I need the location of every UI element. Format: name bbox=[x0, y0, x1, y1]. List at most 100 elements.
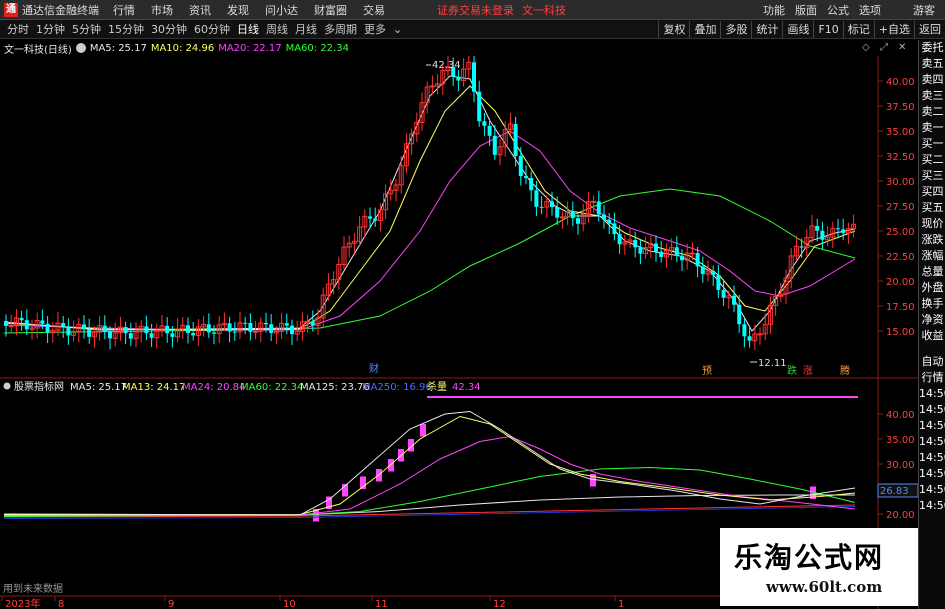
settings-icon[interactable] bbox=[75, 43, 86, 53]
candle-body-up bbox=[253, 330, 259, 333]
add-watchlist-button[interactable]: +自选 bbox=[873, 21, 914, 38]
menu-options[interactable]: 选项 bbox=[859, 2, 881, 18]
ask3-label: 卖三 bbox=[921, 89, 944, 102]
candle-body-down bbox=[284, 323, 289, 326]
y-tick-label: 17.50 bbox=[886, 302, 915, 313]
sub-ma250-label: MA250: 16.96 bbox=[362, 382, 432, 393]
period-timeshare[interactable]: 分时 bbox=[7, 21, 29, 37]
sub-y-tick-label: 30.00 bbox=[886, 460, 915, 471]
close-icon[interactable]: ✕ bbox=[898, 42, 910, 53]
candle-body-down bbox=[539, 206, 544, 208]
time-axis: 2023年 8 9 10 11 12 1 bbox=[1, 596, 624, 609]
turnover-label: 换手 bbox=[921, 297, 944, 310]
ma60-label: MA60: 22.34 bbox=[285, 42, 349, 54]
sub-ma24-line bbox=[3, 435, 856, 516]
tick-time: 14:50 bbox=[919, 499, 945, 512]
marker-finance[interactable]: 财 bbox=[369, 362, 379, 375]
pin-icon[interactable]: ◇ bbox=[862, 42, 874, 53]
candle-body-down bbox=[529, 178, 534, 191]
candle-body-down bbox=[232, 331, 237, 333]
login-warning[interactable]: 证券交易未登录 bbox=[437, 2, 514, 18]
sub-ma60-label: MA60: 22.34 bbox=[240, 382, 303, 393]
app-logo-icon: 通 bbox=[4, 2, 18, 17]
statistics-button[interactable]: 统计 bbox=[751, 21, 782, 38]
earnings-label: 收益 bbox=[921, 329, 944, 342]
candle-body-down bbox=[269, 324, 274, 333]
order-book-panel: 委托 卖五 卖四 卖三 卖二 卖一 买一 买二 买三 买四 买五 现价 涨跌 涨… bbox=[918, 40, 945, 609]
ma20-label: MA20: 22.17 bbox=[218, 42, 282, 54]
period-multi[interactable]: 多周期 bbox=[324, 21, 357, 37]
period-1min[interactable]: 1分钟 bbox=[36, 21, 65, 37]
time-tick-label: 10 bbox=[283, 599, 296, 609]
candle-body-down bbox=[227, 323, 232, 332]
overlay-button[interactable]: 叠加 bbox=[689, 21, 720, 38]
bid3-label: 买三 bbox=[921, 169, 944, 182]
candle-body-down bbox=[487, 125, 492, 136]
f10-button[interactable]: F10 bbox=[813, 21, 842, 38]
draw-line-button[interactable]: 画线 bbox=[782, 21, 813, 38]
candle-body-down bbox=[123, 326, 128, 334]
candle-body-down bbox=[186, 325, 190, 334]
bid1-label: 买一 bbox=[921, 137, 944, 150]
period-weekly[interactable]: 周线 bbox=[266, 21, 288, 37]
menu-formula[interactable]: 公式 bbox=[827, 2, 849, 18]
back-button[interactable]: 返回 bbox=[914, 21, 945, 38]
outer-volume-label: 外盘 bbox=[921, 281, 944, 294]
candle-body-up bbox=[689, 252, 695, 255]
expand-icon[interactable]: ⤢ bbox=[880, 42, 892, 53]
candle-body-down bbox=[659, 251, 664, 258]
indicator-name[interactable]: 股票指标网 bbox=[14, 380, 64, 393]
adjust-button[interactable]: 复权 bbox=[658, 21, 689, 38]
period-30min[interactable]: 30分钟 bbox=[151, 21, 187, 37]
guest-user[interactable]: 游客 bbox=[913, 2, 935, 18]
menu-functions[interactable]: 功能 bbox=[763, 2, 785, 18]
chevron-down-icon[interactable]: ⌄ bbox=[393, 23, 402, 36]
tick-time: 14:50 bbox=[919, 467, 945, 480]
period-15min[interactable]: 15分钟 bbox=[108, 21, 144, 37]
period-daily[interactable]: 日线 bbox=[237, 21, 259, 37]
auto-toggle[interactable]: 自动 bbox=[919, 354, 945, 370]
candle-body-down bbox=[700, 266, 705, 275]
mark-button[interactable]: 标记 bbox=[842, 21, 874, 38]
quote-tab[interactable]: 行情 bbox=[919, 370, 945, 386]
time-tick-label: 8 bbox=[58, 599, 64, 609]
watermark-url: www.60lt.com bbox=[766, 578, 883, 596]
marker-forecast[interactable]: 预 bbox=[702, 365, 712, 377]
window-stock-title: 文一科技 bbox=[522, 3, 566, 17]
candle-body-down bbox=[633, 240, 638, 248]
menu-quotes[interactable]: 行情 bbox=[113, 2, 135, 18]
candle-body-down bbox=[747, 336, 752, 341]
sub-y-axis: 40.0035.0030.0025.0020.00 bbox=[878, 410, 915, 521]
settings-icon[interactable] bbox=[3, 382, 11, 390]
candle-body-down bbox=[212, 332, 216, 334]
net-assets-label: 净资 bbox=[921, 313, 944, 326]
kill-volume-value: 42.34 bbox=[452, 382, 481, 393]
menu-discover[interactable]: 发现 bbox=[227, 2, 249, 18]
menu-ask[interactable]: 问小达 bbox=[265, 2, 298, 18]
candle-body-down bbox=[482, 121, 487, 126]
candle-body-down bbox=[206, 324, 211, 333]
multi-stock-button[interactable]: 多股 bbox=[720, 21, 751, 38]
tick-time: 14:50 bbox=[919, 419, 945, 432]
candle-body-down bbox=[721, 289, 726, 298]
candle-body-down bbox=[799, 246, 804, 248]
period-60min[interactable]: 60分钟 bbox=[194, 21, 230, 37]
candle-body-down bbox=[555, 207, 560, 218]
period-5min[interactable]: 5分钟 bbox=[72, 21, 101, 37]
menu-trade[interactable]: 交易 bbox=[363, 2, 385, 18]
candle-body-down bbox=[654, 243, 658, 252]
candle-body-down bbox=[570, 211, 575, 219]
menu-news[interactable]: 资讯 bbox=[189, 2, 211, 18]
order-book-title[interactable]: 委托 bbox=[919, 40, 945, 56]
chart-area[interactable]: 40.00 37.50 35.00 32.50 30.00 27.50 25.00 22.50… bbox=[0, 56, 918, 609]
marker-fall[interactable]: 跌 bbox=[787, 364, 797, 377]
menu-market[interactable]: 市场 bbox=[151, 2, 173, 18]
marker-rise[interactable]: 涨 bbox=[803, 365, 813, 377]
candle-body-down bbox=[61, 323, 66, 328]
period-monthly[interactable]: 月线 bbox=[295, 21, 317, 37]
menu-wealth[interactable]: 财富圈 bbox=[314, 2, 347, 18]
menu-layout[interactable]: 版面 bbox=[795, 2, 817, 18]
marker-soar[interactable]: 腾 bbox=[840, 364, 850, 377]
period-more[interactable]: 更多 bbox=[364, 21, 386, 37]
stock-name-label[interactable]: 文一科技(日线) bbox=[4, 41, 72, 56]
